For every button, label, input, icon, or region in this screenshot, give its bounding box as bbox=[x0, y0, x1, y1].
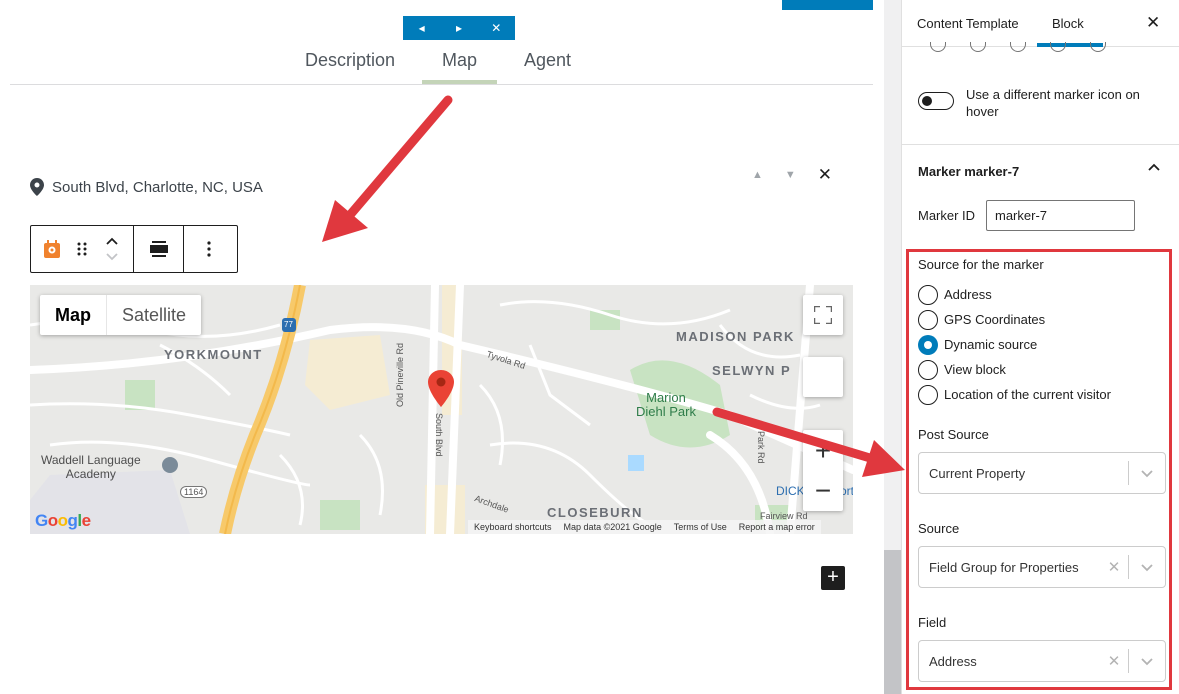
map-label-dick: DICK bbox=[776, 484, 805, 498]
move-down-icon[interactable]: ▼ bbox=[785, 169, 796, 181]
keyboard-shortcuts-link[interactable]: Keyboard shortcuts bbox=[474, 522, 552, 532]
marker-panel-title[interactable]: Marker marker-7 bbox=[918, 164, 1019, 179]
interstate-shield-77: 77 bbox=[284, 320, 293, 329]
block-toolbar bbox=[30, 225, 238, 273]
carousel-close-button[interactable]: ✕ bbox=[484, 21, 508, 35]
terms-link[interactable]: Terms of Use bbox=[674, 522, 727, 532]
map-label-waddell-name: Waddell Language bbox=[41, 453, 141, 467]
add-block-button[interactable]: + bbox=[821, 566, 845, 590]
radio-option[interactable] bbox=[1010, 42, 1026, 52]
block-toolbar-group-more bbox=[184, 226, 234, 272]
map-data-text: Map data ©2021 Google bbox=[563, 522, 662, 532]
map-label-diehl-park: Diehl Park bbox=[636, 404, 696, 419]
zoom-out-button[interactable]: − bbox=[803, 471, 843, 511]
annotation-highlight-box bbox=[906, 249, 1172, 690]
panel-divider bbox=[902, 144, 1179, 145]
map-type-map-button[interactable]: Map bbox=[40, 295, 106, 335]
fullscreen-icon bbox=[814, 306, 832, 324]
map-type-satellite-button[interactable]: Satellite bbox=[106, 295, 201, 335]
radio-option[interactable] bbox=[1050, 42, 1066, 52]
partial-radio-row bbox=[930, 42, 1106, 52]
map-label-marion: Marion bbox=[646, 390, 686, 405]
road-label-old-pineville: Old Pineville Rd bbox=[395, 342, 405, 407]
remove-row-icon[interactable]: ✕ bbox=[818, 165, 832, 185]
editor-canvas: ◂ ▸ ✕ Description Map Agent South Blvd, … bbox=[0, 0, 884, 694]
map-block-icon[interactable] bbox=[37, 226, 67, 272]
fullscreen-button[interactable] bbox=[803, 295, 843, 335]
move-up-icon[interactable]: ▲ bbox=[752, 169, 763, 181]
hover-icon-toggle[interactable] bbox=[918, 92, 954, 110]
tab-content-template[interactable]: Content Template bbox=[917, 16, 1019, 31]
screen: ◂ ▸ ✕ Description Map Agent South Blvd, … bbox=[0, 0, 1179, 694]
road-label-south-blvd: South Blvd bbox=[434, 413, 444, 457]
radio-option[interactable] bbox=[970, 42, 986, 52]
map-label-selwyn: SELWYN P bbox=[712, 363, 792, 378]
map-footer: Keyboard shortcuts Map data ©2021 Google… bbox=[468, 520, 821, 534]
zoom-in-button[interactable]: + bbox=[803, 431, 843, 471]
chevron-up-icon[interactable] bbox=[1146, 160, 1162, 176]
map-label-marion-diehl-park: Marion Diehl Park bbox=[636, 391, 696, 419]
location-pin-icon bbox=[30, 178, 44, 196]
block-toolbar-group-main bbox=[31, 226, 134, 272]
update-button-edge[interactable] bbox=[782, 0, 873, 10]
map-label-closeburn: CLOSEBURN bbox=[547, 505, 643, 520]
row-controls: ▲ ▼ ✕ bbox=[752, 165, 832, 185]
location-text: South Blvd, Charlotte, NC, USA bbox=[52, 178, 263, 196]
map-label-madison-park: MADISON PARK bbox=[676, 329, 795, 344]
content-tabs: Description Map Agent bbox=[10, 40, 873, 85]
google-map[interactable]: YORKMOUNT MADISON PARK SELWYN P CLOSEBUR… bbox=[30, 285, 853, 534]
route-shield-1164: 1164 bbox=[180, 486, 208, 498]
tab-description[interactable]: Description bbox=[305, 50, 395, 71]
radio-option[interactable] bbox=[930, 42, 946, 52]
active-tab-indicator bbox=[422, 80, 497, 84]
align-wide-icon[interactable] bbox=[144, 226, 174, 272]
more-options-icon[interactable] bbox=[194, 226, 224, 272]
tab-agent[interactable]: Agent bbox=[524, 50, 571, 71]
road-label-park-rd: Park Rd bbox=[756, 431, 766, 464]
tab-map[interactable]: Map bbox=[442, 50, 477, 71]
close-sidebar-button[interactable]: ✕ bbox=[1146, 13, 1160, 33]
zoom-control: + − bbox=[803, 430, 843, 511]
editor-scrollbar-thumb[interactable] bbox=[884, 550, 901, 694]
street-view-button[interactable] bbox=[803, 357, 843, 397]
carousel-prev-button[interactable]: ◂ bbox=[410, 21, 434, 35]
tab-block[interactable]: Block bbox=[1052, 16, 1084, 31]
google-logo: Google bbox=[35, 511, 91, 530]
radio-option[interactable] bbox=[1090, 42, 1106, 52]
map-label-academy: Academy bbox=[65, 467, 116, 481]
tab-carousel-controls: ◂ ▸ ✕ bbox=[403, 16, 515, 40]
hover-icon-toggle-row: Use a different marker icon on hover bbox=[918, 86, 1156, 120]
marker-id-input[interactable] bbox=[986, 200, 1135, 231]
hover-icon-toggle-label: Use a different marker icon on hover bbox=[966, 87, 1140, 119]
marker-id-label: Marker ID bbox=[918, 208, 976, 223]
map-label-waddell: Waddell Language Academy bbox=[41, 453, 141, 481]
report-error-link[interactable]: Report a map error bbox=[739, 522, 815, 532]
carousel-next-button[interactable]: ▸ bbox=[447, 21, 471, 35]
sidebar-tabs: Content Template Block ✕ bbox=[902, 0, 1179, 47]
location-line: South Blvd, Charlotte, NC, USA bbox=[30, 178, 263, 196]
block-toolbar-group-align bbox=[134, 226, 184, 272]
map-type-control: Map Satellite bbox=[40, 295, 202, 335]
drag-handle-icon[interactable] bbox=[67, 226, 97, 272]
move-up-down-icon[interactable] bbox=[97, 226, 127, 272]
map-label-yorkmount: YORKMOUNT bbox=[164, 347, 263, 362]
